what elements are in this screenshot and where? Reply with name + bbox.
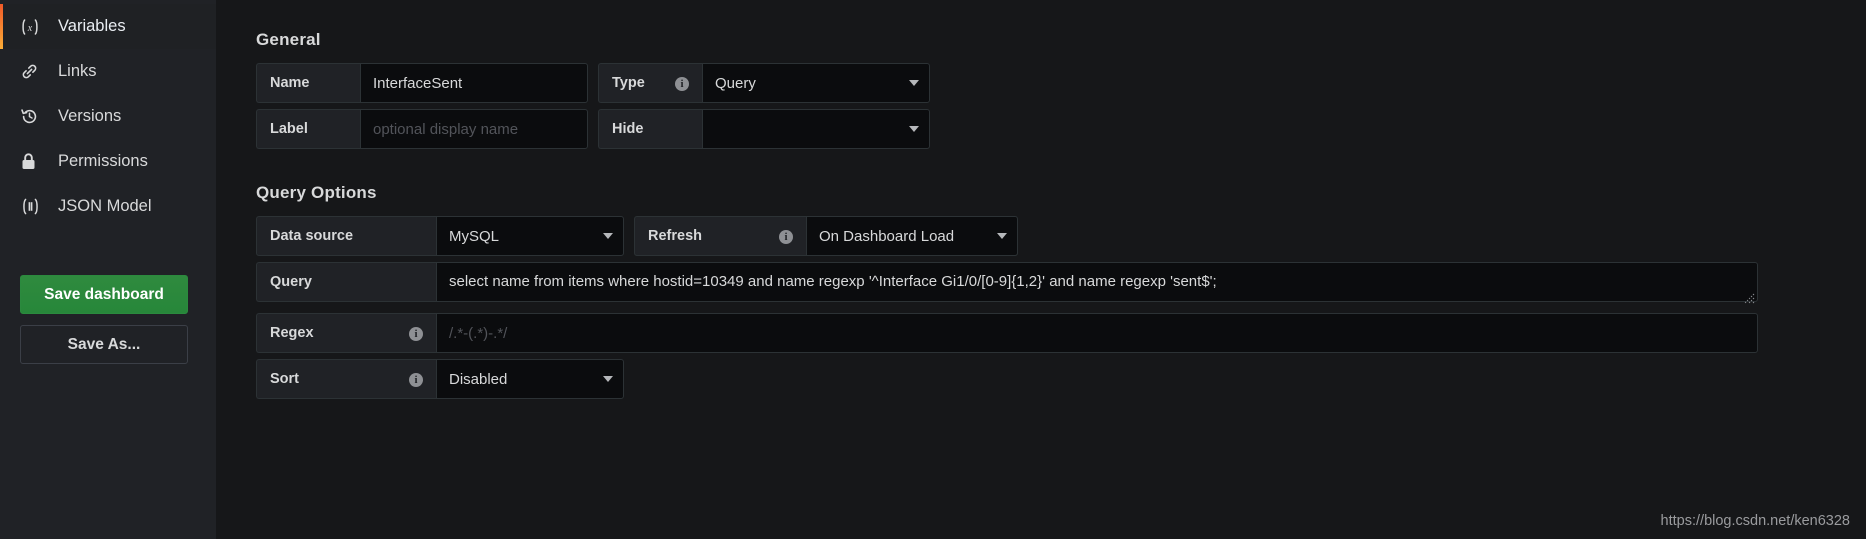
regex-label-text: Regex — [270, 325, 314, 341]
sidebar-item-links[interactable]: Links — [0, 49, 216, 94]
refresh-field-group: Refresh i On Dashboard Load — [634, 216, 1018, 256]
query-options-section-title: Query Options — [256, 183, 377, 202]
general-section: General Name Type i Query — [256, 30, 1866, 149]
datasource-label: Data source — [256, 216, 436, 256]
variable-edit-form: General Name Type i Query — [216, 0, 1866, 539]
datasource-select[interactable]: MySQL — [436, 216, 624, 256]
sidebar-item-versions[interactable]: Versions — [0, 94, 216, 139]
general-row-2: Label Hide — [256, 109, 1866, 149]
chevron-down-icon — [997, 233, 1007, 239]
dashboard-settings-sidebar: x Variables Links Versions Permissions J… — [0, 0, 216, 539]
query-options-row-query: Query select name from items where hosti… — [256, 262, 1866, 307]
regex-field-group: Regex i — [256, 313, 1758, 353]
refresh-select-value: On Dashboard Load — [819, 227, 955, 245]
query-label: Query — [256, 262, 436, 302]
sidebar-actions: Save dashboard Save As... — [0, 275, 216, 364]
hide-select[interactable] — [702, 109, 930, 149]
sidebar-item-label: Permissions — [58, 152, 148, 170]
type-field-group: Type i Query — [598, 63, 930, 103]
chevron-down-icon — [909, 80, 919, 86]
refresh-select[interactable]: On Dashboard Load — [806, 216, 1018, 256]
sidebar-item-label: Versions — [58, 107, 122, 125]
sidebar-item-variables[interactable]: x Variables — [0, 4, 216, 49]
label-input[interactable] — [360, 109, 588, 149]
type-info-icon[interactable]: i — [657, 75, 689, 91]
datasource-field-group: Data source MySQL — [256, 216, 624, 256]
general-section-title: General — [256, 30, 321, 49]
sidebar-item-permissions[interactable]: Permissions — [0, 139, 216, 184]
lock-icon — [20, 152, 46, 171]
datasource-select-value: MySQL — [449, 227, 500, 245]
query-textarea-wrapper: select name from items where hostid=1034… — [436, 262, 1758, 307]
label-field-group: Label — [256, 109, 588, 149]
query-options-row-sort: Sort i Disabled — [256, 359, 1866, 399]
watermark-url: https://blog.csdn.net/ken6328 — [1660, 513, 1850, 529]
name-input[interactable] — [360, 63, 588, 103]
link-icon — [20, 62, 46, 81]
sort-select[interactable]: Disabled — [436, 359, 624, 399]
chevron-down-icon — [603, 376, 613, 382]
sidebar-item-label: JSON Model — [58, 197, 152, 215]
name-label: Name — [256, 63, 360, 103]
refresh-info-icon[interactable]: i — [761, 228, 793, 244]
type-select-value: Query — [715, 74, 756, 92]
chevron-down-icon — [603, 233, 613, 239]
name-field-group: Name — [256, 63, 588, 103]
settings-nav-list: x Variables Links Versions Permissions J… — [0, 0, 216, 229]
query-options-row-datasource: Data source MySQL Refresh i On Dashboard… — [256, 216, 1866, 256]
sort-info-icon[interactable]: i — [391, 371, 423, 387]
sort-label: Sort i — [256, 359, 436, 399]
grafana-variable-editor: x Variables Links Versions Permissions J… — [0, 0, 1866, 539]
label-label: Label — [256, 109, 360, 149]
svg-text:x: x — [27, 23, 33, 34]
sort-field-group: Sort i Disabled — [256, 359, 624, 399]
regex-input[interactable] — [436, 313, 1758, 353]
general-row-1: Name Type i Query — [256, 63, 1866, 103]
save-dashboard-button[interactable]: Save dashboard — [20, 275, 188, 314]
history-icon — [20, 107, 46, 126]
refresh-label-text: Refresh — [648, 228, 702, 244]
sort-label-text: Sort — [270, 371, 299, 387]
regex-label: Regex i — [256, 313, 436, 353]
variables-icon: x — [20, 18, 46, 35]
query-options-row-regex: Regex i — [256, 313, 1866, 353]
hide-label: Hide — [598, 109, 702, 149]
sidebar-item-label: Links — [58, 62, 97, 80]
query-textarea[interactable]: select name from items where hostid=1034… — [436, 262, 1758, 302]
save-as-button[interactable]: Save As... — [20, 325, 188, 364]
refresh-label: Refresh i — [634, 216, 806, 256]
regex-info-icon[interactable]: i — [391, 325, 423, 341]
sort-select-value: Disabled — [449, 370, 508, 388]
hide-field-group: Hide — [598, 109, 930, 149]
type-label-text: Type — [612, 75, 645, 91]
query-field-group: Query select name from items where hosti… — [256, 262, 1758, 307]
chevron-down-icon — [909, 126, 919, 132]
sidebar-item-json-model[interactable]: JSON Model — [0, 184, 216, 229]
json-braces-icon — [20, 198, 46, 215]
sidebar-item-label: Variables — [58, 17, 126, 35]
type-label: Type i — [598, 63, 702, 103]
type-select[interactable]: Query — [702, 63, 930, 103]
query-options-section: Query Options Data source MySQL Refresh … — [256, 183, 1866, 399]
